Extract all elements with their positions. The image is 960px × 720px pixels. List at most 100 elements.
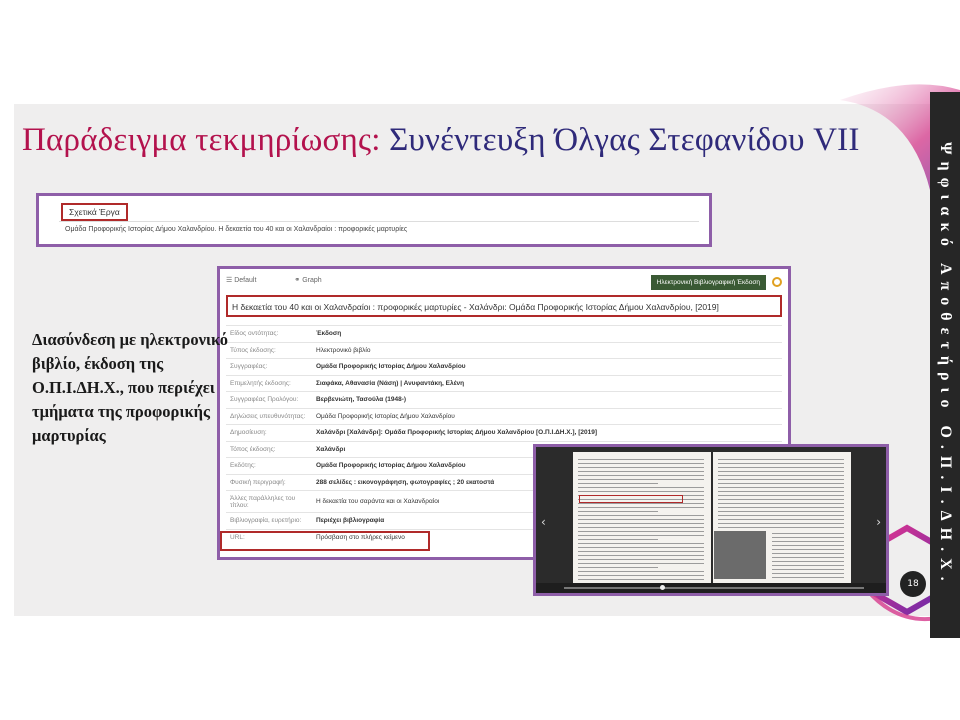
ebook-viewer: ‹ › bbox=[533, 444, 889, 596]
text-line bbox=[718, 459, 844, 460]
page-number-badge: 18 bbox=[900, 571, 926, 597]
field-value: Χαλάνδρι [Χαλάνδρι]: Ομάδα Προφορικής Ισ… bbox=[312, 424, 782, 441]
text-line bbox=[772, 557, 844, 558]
side-caption: Διασύνδεση με ηλεκτρονικό βιβλίο, έκδοση… bbox=[32, 330, 228, 445]
text-line bbox=[718, 495, 844, 496]
field-value: Ηλεκτρονικό βιβλίο bbox=[312, 341, 782, 359]
text-line bbox=[578, 515, 704, 516]
text-line bbox=[578, 507, 704, 508]
text-line bbox=[578, 479, 704, 480]
text-line bbox=[578, 547, 704, 548]
table-row: Δημοσίευση: Χαλάνδρι [Χαλάνδρι]: Ομάδα Πρ… bbox=[226, 424, 782, 441]
field-key: Δημοσίευση: bbox=[226, 424, 312, 441]
text-line bbox=[718, 515, 844, 516]
text-line bbox=[578, 519, 704, 520]
field-key: Βιβλιογραφία, ευρετήριο: bbox=[226, 512, 312, 529]
vertical-sidebar: Ψηφιακό Αποθετήριο Ο.Π.Ι.ΔΗ.Χ. bbox=[930, 92, 960, 638]
field-key: Άλλες παράλληλες του τίτλου: bbox=[226, 490, 312, 513]
tab-default[interactable]: ☰ Default bbox=[226, 277, 274, 284]
field-key: Τόπος έκδοσης: bbox=[226, 440, 312, 458]
related-works-tab[interactable]: Σχετικά Έργα bbox=[61, 203, 128, 221]
text-line bbox=[578, 551, 704, 552]
tab-graph-label: Graph bbox=[302, 277, 322, 284]
text-line bbox=[578, 475, 704, 476]
text-line bbox=[772, 533, 844, 534]
text-line bbox=[578, 531, 704, 532]
electronic-publication-button[interactable]: Ηλεκτρονική Βιβλιογραφική Έκδοση bbox=[650, 275, 766, 290]
table-row: Δηλώσεις υπευθυνότητας: Ομάδα Προφορικής … bbox=[226, 407, 782, 425]
title-prefix: Παράδειγμα τεκμηρίωσης: bbox=[22, 122, 381, 158]
url-highlight-box bbox=[220, 531, 430, 551]
table-row: Είδος οντότητας: Έκδοση bbox=[226, 325, 782, 342]
viewer-progress-bar[interactable] bbox=[536, 583, 886, 593]
title-subject: Συνέντευξη Όλγας Στεφανίδου VII bbox=[389, 122, 860, 158]
text-line bbox=[718, 519, 844, 520]
text-line bbox=[578, 459, 704, 460]
field-value-link[interactable]: Σιαφάκα, Αθανασία (Νάση) | Ανυφαντάκη, Ε… bbox=[312, 374, 782, 392]
text-line bbox=[772, 549, 844, 550]
text-line bbox=[578, 575, 704, 576]
text-line bbox=[718, 527, 844, 528]
text-line bbox=[578, 527, 704, 528]
field-value: Έκδοση bbox=[312, 325, 782, 342]
field-key: Δηλώσεις υπευθυνότητας: bbox=[226, 407, 312, 425]
text-line bbox=[718, 471, 844, 472]
chevron-left-icon[interactable]: ‹ bbox=[541, 515, 546, 529]
field-value: Ομάδα Προφορικής Ιστορίας Δήμου Χαλανδρί… bbox=[312, 407, 782, 425]
slide-title: Παράδειγμα τεκμηρίωσης: Συνέντευξη Όλγας… bbox=[22, 122, 860, 159]
text-line bbox=[718, 483, 844, 484]
text-line bbox=[718, 503, 844, 504]
text-line bbox=[772, 537, 844, 538]
text-line bbox=[772, 569, 844, 570]
text-line bbox=[718, 475, 844, 476]
text-line bbox=[718, 463, 844, 464]
field-value-link[interactable]: Ομάδα Προφορικής Ιστορίας Δήμου Χαλανδρί… bbox=[312, 358, 782, 375]
text-line bbox=[772, 577, 844, 578]
field-key: Φυσική περιγραφή: bbox=[226, 473, 312, 491]
text-line bbox=[772, 553, 844, 554]
text-line bbox=[578, 539, 658, 540]
text-line bbox=[772, 541, 844, 542]
table-row: Επιμελητής έκδοσης: Σιαφάκα, Αθανασία (Νά… bbox=[226, 374, 782, 392]
text-line bbox=[578, 503, 704, 504]
text-line bbox=[578, 487, 704, 488]
field-value-link[interactable]: Βερβενιώτη, Τασούλα (1948-) bbox=[312, 391, 782, 408]
text-line bbox=[578, 463, 704, 464]
text-line bbox=[772, 545, 844, 546]
text-line bbox=[718, 499, 844, 500]
related-works-box: Σχετικά Έργα Ομάδα Προφορικής Ιστορίας Δ… bbox=[36, 193, 712, 247]
slide: Παράδειγμα τεκμηρίωσης: Συνέντευξη Όλγας… bbox=[0, 0, 960, 720]
chevron-right-icon[interactable]: › bbox=[876, 515, 881, 529]
ebook-photo bbox=[714, 531, 766, 579]
field-key: Συγγραφέας: bbox=[226, 358, 312, 375]
highlighted-passage bbox=[579, 495, 683, 503]
field-key: Εκδότης: bbox=[226, 457, 312, 474]
progress-knob[interactable] bbox=[660, 585, 665, 590]
tab-default-label: Default bbox=[234, 277, 257, 284]
text-line bbox=[578, 543, 704, 544]
text-line bbox=[718, 511, 844, 512]
text-line bbox=[718, 507, 844, 508]
text-line bbox=[578, 467, 704, 468]
text-line bbox=[718, 479, 844, 480]
text-line bbox=[772, 561, 844, 562]
status-circle-icon bbox=[772, 277, 782, 287]
field-key: Επιμελητής έκδοσης: bbox=[226, 374, 312, 392]
view-tabs: ☰ Default ⚭ Graph bbox=[226, 276, 358, 290]
table-row: Τύπος έκδοσης: Ηλεκτρονικό βιβλίο bbox=[226, 341, 782, 359]
table-row: Συγγραφέας: Ομάδα Προφορικής Ιστορίας Δήμ… bbox=[226, 358, 782, 375]
text-line bbox=[578, 563, 704, 564]
field-key: Συγγραφέας Προλόγου: bbox=[226, 391, 312, 408]
text-line bbox=[578, 491, 704, 492]
text-line bbox=[772, 565, 844, 566]
table-row: Συγγραφέας Προλόγου: Βερβενιώτη, Τασούλα … bbox=[226, 391, 782, 408]
text-line bbox=[578, 571, 704, 572]
text-line bbox=[578, 567, 658, 568]
tab-graph[interactable]: ⚭ Graph bbox=[294, 277, 339, 284]
related-work-link[interactable]: Ομάδα Προφορικής Ιστορίας Δήμου Χαλανδρί… bbox=[65, 226, 407, 233]
text-line bbox=[578, 555, 704, 556]
text-line bbox=[578, 523, 704, 524]
text-line bbox=[718, 487, 844, 488]
text-line bbox=[718, 523, 844, 524]
sidebar-label: Ψηφιακό Αποθετήριο Ο.Π.Ι.ΔΗ.Χ. bbox=[937, 142, 954, 588]
